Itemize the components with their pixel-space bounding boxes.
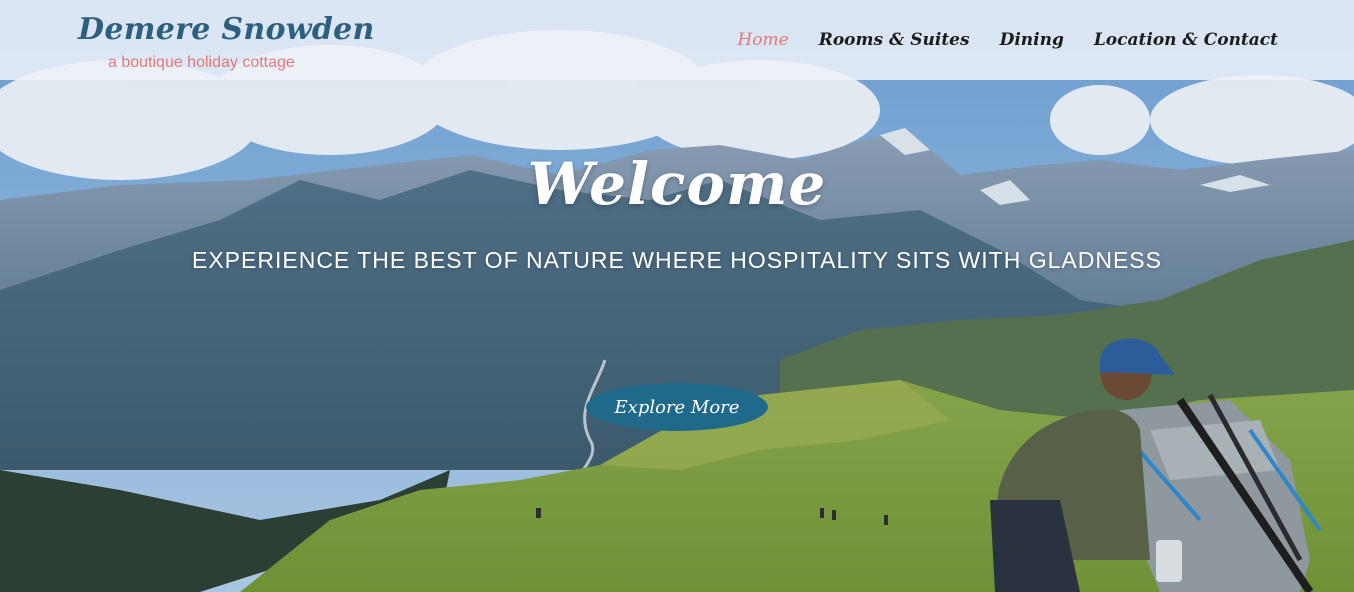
- hero-subheading: EXPERIENCE THE BEST OF NATURE WHERE HOSP…: [192, 247, 1162, 273]
- brand-name[interactable]: Demere Snowden: [78, 12, 375, 47]
- main-nav: Home Rooms & Suites Dining Location & Co…: [737, 30, 1278, 50]
- brand-tagline: a boutique holiday cottage: [108, 54, 295, 71]
- nav-item-location-contact[interactable]: Location & Contact: [1094, 30, 1278, 50]
- nav-item-home[interactable]: Home: [737, 30, 788, 50]
- nav-item-dining[interactable]: Dining: [1000, 30, 1064, 50]
- hero-section: [0, 0, 1354, 592]
- site-header: Demere Snowden a boutique holiday cottag…: [0, 0, 1354, 80]
- explore-more-button[interactable]: Explore More: [586, 383, 768, 431]
- nav-item-rooms-suites[interactable]: Rooms & Suites: [819, 30, 970, 50]
- hero-heading: Welcome: [527, 150, 827, 218]
- hero-background-image: [0, 0, 1354, 592]
